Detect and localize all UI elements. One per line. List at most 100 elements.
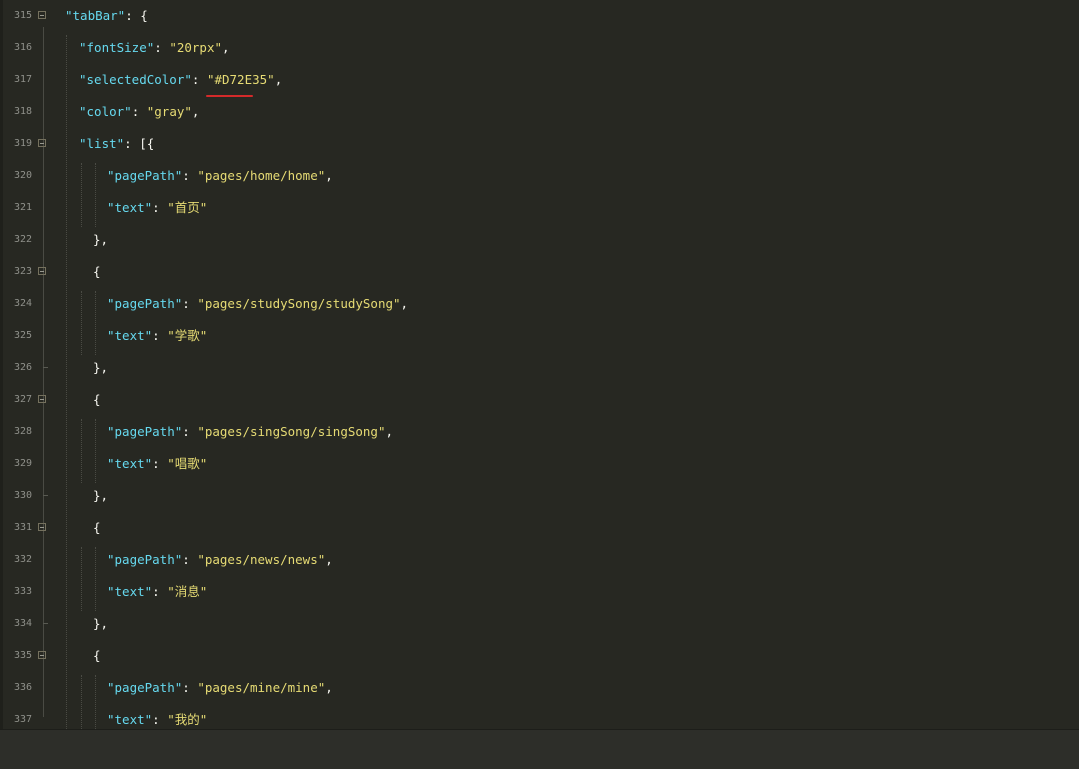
fold-toggle-icon[interactable]	[38, 523, 46, 531]
line-number: 329	[13, 458, 32, 469]
json-string: "pages/news/news"	[197, 552, 326, 567]
punctuation: :	[182, 552, 198, 567]
line-number: 330	[13, 490, 32, 501]
punctuation: :	[125, 8, 141, 23]
code-text: "pagePath": "pages/home/home",	[107, 160, 333, 192]
code-text: {	[93, 512, 101, 544]
code-text: {	[93, 640, 101, 672]
line-number: 322	[13, 234, 32, 245]
json-key: "text"	[107, 328, 153, 343]
line-number: 321	[13, 202, 32, 213]
punctuation: :	[152, 584, 168, 599]
line-number: 325	[13, 330, 32, 341]
json-string: "pages/home/home"	[197, 168, 326, 183]
line-number: 328	[13, 426, 32, 437]
punctuation: :	[131, 104, 147, 119]
code-line[interactable]: 326},	[0, 352, 1079, 384]
code-line[interactable]: 322},	[0, 224, 1079, 256]
code-line[interactable]: 328 "pagePath": "pages/singSong/singSong"…	[0, 416, 1079, 448]
line-number: 336	[13, 682, 32, 693]
punctuation: :	[152, 712, 168, 727]
fold-end-marker	[43, 367, 48, 368]
fold-toggle-icon[interactable]	[38, 395, 46, 403]
line-number: 324	[13, 298, 32, 309]
code-text: {	[93, 384, 101, 416]
json-key: "text"	[107, 456, 153, 471]
code-line[interactable]: 330},	[0, 480, 1079, 512]
json-key: "list"	[79, 136, 125, 151]
punctuation: ,	[385, 424, 394, 439]
code-line[interactable]: 336 "pagePath": "pages/mine/mine",	[0, 672, 1079, 704]
json-string: "#D72E35"	[206, 72, 275, 87]
punctuation: ,	[191, 104, 200, 119]
punctuation: ,	[325, 680, 333, 695]
code-line[interactable]: 337 "text": "我的"	[0, 704, 1079, 729]
json-string: "我的"	[167, 712, 208, 727]
line-number: 331	[13, 522, 32, 533]
punctuation: },	[93, 616, 109, 631]
json-key: "selectedColor"	[79, 72, 192, 87]
punctuation: :	[191, 72, 207, 87]
code-text: "text": "唱歌"	[107, 448, 207, 480]
code-text: "fontSize": "20rpx",	[79, 32, 230, 64]
json-key: "text"	[107, 584, 153, 599]
code-text: "tabBar": {	[65, 0, 148, 32]
line-number: 332	[13, 554, 32, 565]
code-text: "text": "首页"	[107, 192, 207, 224]
code-line[interactable]: 323 {	[0, 256, 1079, 288]
code-text: "selectedColor": "#D72E35",	[79, 64, 282, 96]
code-line[interactable]: 315 "tabBar": {	[0, 0, 1079, 32]
line-number: 334	[13, 618, 32, 629]
code-line[interactable]: 327 {	[0, 384, 1079, 416]
json-key: "pagePath"	[107, 680, 183, 695]
punctuation: :	[124, 136, 140, 151]
fold-toggle-icon[interactable]	[38, 651, 46, 659]
fold-end-marker	[43, 623, 48, 624]
json-string: "pages/singSong/singSong"	[197, 424, 386, 439]
punctuation: [{	[139, 136, 155, 151]
code-line[interactable]: 324 "pagePath": "pages/studySong/studySon…	[0, 288, 1079, 320]
code-text: },	[93, 352, 108, 384]
line-number: 320	[13, 170, 32, 181]
punctuation: },	[93, 488, 109, 503]
code-line[interactable]: 317 "selectedColor": "#D72E35",	[0, 64, 1079, 96]
json-key: "text"	[107, 712, 153, 727]
line-number: 326	[13, 362, 32, 373]
line-number: 337	[13, 714, 32, 725]
code-line[interactable]: 321 "text": "首页"	[0, 192, 1079, 224]
code-line[interactable]: 320 "pagePath": "pages/home/home",	[0, 160, 1079, 192]
fold-toggle-icon[interactable]	[38, 267, 46, 275]
punctuation: {	[140, 8, 148, 23]
code-text: "color": "gray",	[79, 96, 199, 128]
line-number: 315	[13, 10, 32, 21]
code-line[interactable]: 319 "list": [{	[0, 128, 1079, 160]
punctuation: ,	[400, 296, 409, 311]
json-key: "color"	[79, 104, 132, 119]
json-string: "学歌"	[167, 328, 208, 343]
code-text: },	[93, 224, 108, 256]
code-line[interactable]: 329 "text": "唱歌"	[0, 448, 1079, 480]
punctuation: :	[152, 456, 168, 471]
code-line[interactable]: 333 "text": "消息"	[0, 576, 1079, 608]
code-line[interactable]: 335 {	[0, 640, 1079, 672]
code-line[interactable]: 316 "fontSize": "20rpx",	[0, 32, 1079, 64]
punctuation: :	[182, 168, 198, 183]
punctuation: {	[93, 264, 101, 279]
code-text: "text": "我的"	[107, 704, 207, 729]
fold-toggle-icon[interactable]	[38, 139, 46, 147]
punctuation: {	[93, 520, 101, 535]
fold-toggle-icon[interactable]	[38, 11, 46, 19]
code-editor[interactable]: 315 "tabBar": {316 "fontSize": "20rpx", 317…	[0, 0, 1079, 729]
code-line[interactable]: 334},	[0, 608, 1079, 640]
json-key: "tabBar"	[65, 8, 126, 23]
code-line[interactable]: 331 {	[0, 512, 1079, 544]
json-key: "fontSize"	[79, 40, 155, 55]
code-text: },	[93, 608, 108, 640]
error-underline	[206, 95, 253, 97]
code-line[interactable]: 332 "pagePath": "pages/news/news",	[0, 544, 1079, 576]
code-line[interactable]: 325 "text": "学歌"	[0, 320, 1079, 352]
punctuation: :	[152, 200, 168, 215]
line-number: 319	[13, 138, 32, 149]
code-line[interactable]: 318 "color": "gray",	[0, 96, 1079, 128]
code-text: {	[93, 256, 101, 288]
